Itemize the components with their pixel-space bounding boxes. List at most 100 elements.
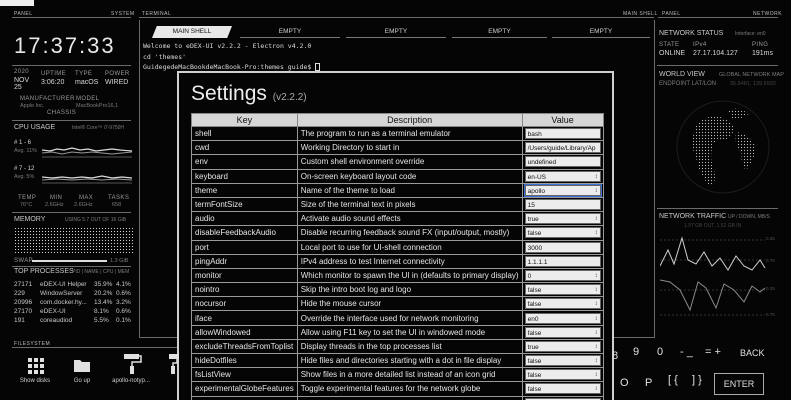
network-traffic-label: NETWORK TRAFFIC bbox=[659, 213, 727, 220]
key-equals[interactable]: = + bbox=[705, 346, 721, 358]
header-description: Description bbox=[296, 113, 523, 127]
setting-value: false bbox=[527, 287, 542, 295]
setting-value: apollo bbox=[527, 187, 545, 195]
setting-description: Toggle experimental features for the net… bbox=[296, 381, 523, 397]
terminal-output[interactable]: Welcome to eDEX-UI v2.2.2 - Electron v4.… bbox=[143, 41, 321, 73]
setting-select-nointro[interactable]: false bbox=[524, 284, 601, 296]
setting-input-cwd[interactable]: /Users/guide/Library/Ap bbox=[524, 142, 601, 154]
setting-key: nocursor bbox=[191, 296, 298, 312]
memory-label: MEMORY bbox=[14, 216, 46, 223]
setting-key: iface bbox=[191, 310, 298, 326]
setting-input-port[interactable]: 3000 bbox=[524, 241, 601, 253]
cpu-max-value: 2.6GHz bbox=[74, 202, 93, 208]
settings-row-nocursor: nocursor Hide the mouse cursor false bbox=[191, 296, 604, 312]
settings-row-cwd: cwd Working Directory to start in/Users/g… bbox=[191, 140, 604, 156]
cpu-cores-1: # 1 - 6 bbox=[14, 140, 32, 146]
setting-key: audio bbox=[191, 211, 298, 227]
manufacturer-value: Apple Inc. bbox=[20, 103, 45, 109]
setting-value: false bbox=[527, 386, 542, 394]
setting-key: termFontSize bbox=[191, 196, 298, 213]
setting-description: Name of the theme to load bbox=[296, 182, 523, 198]
setting-select-theme[interactable]: apollo bbox=[523, 184, 602, 197]
settings-row-nointro: nointro Skip the intro boot log and logo f… bbox=[191, 282, 604, 298]
network-map-label: GLOBAL NETWORK MAP bbox=[719, 72, 784, 78]
manufacturer-label: MANUFACTURER bbox=[20, 96, 75, 102]
date-year: 2020 bbox=[14, 69, 29, 75]
tab-empty-2[interactable]: EMPTY bbox=[346, 26, 446, 38]
setting-select-audio[interactable]: true bbox=[524, 213, 601, 225]
setting-key: port bbox=[191, 239, 298, 255]
setting-input-termFontSize[interactable]: 15 bbox=[524, 199, 601, 211]
date-day: 25 bbox=[14, 84, 22, 91]
date-block: 2020 NOV 25 bbox=[14, 69, 29, 92]
process-cpu: 35.9% bbox=[94, 281, 113, 288]
type-label: TYPE bbox=[75, 71, 93, 77]
setting-select-fsListView[interactable]: false bbox=[524, 369, 601, 381]
tab-empty-1[interactable]: EMPTY bbox=[240, 26, 340, 38]
divider bbox=[658, 17, 778, 18]
settings-row-iface: iface Override the interface used for net… bbox=[191, 310, 604, 326]
app-logo bbox=[0, 0, 34, 6]
setting-select-experimentalGlobeFeatures[interactable]: false bbox=[524, 383, 601, 395]
setting-select-disableFeedbackAudio[interactable]: false bbox=[524, 227, 601, 239]
divider bbox=[12, 266, 131, 267]
tab-main-shell[interactable]: MAIN SHELL bbox=[152, 26, 232, 38]
tab-empty-3[interactable]: EMPTY bbox=[452, 26, 547, 38]
setting-select-hideDotfiles[interactable]: false bbox=[524, 355, 601, 367]
setting-key: pingAddr bbox=[191, 253, 298, 269]
key-backspace[interactable]: BACK bbox=[740, 348, 765, 358]
setting-input-pingAddr[interactable]: 1.1.1.1 bbox=[524, 255, 601, 267]
setting-select-allowWindowed[interactable]: false bbox=[524, 326, 601, 338]
paint-roller-icon bbox=[124, 354, 142, 374]
setting-description: Skip the intro boot log and logo bbox=[296, 282, 523, 298]
key-o[interactable]: O bbox=[620, 377, 629, 389]
setting-input-env[interactable]: undefined bbox=[524, 156, 601, 168]
fs-item-apollo-notype[interactable]: apollo-notyp... bbox=[106, 378, 156, 384]
key-enter[interactable]: ENTER bbox=[714, 373, 764, 395]
key-0[interactable]: 0 bbox=[657, 346, 663, 358]
setting-select-excludeThreadsFromToplist[interactable]: true bbox=[524, 340, 601, 352]
process-mem: 4.1% bbox=[116, 281, 131, 288]
setting-value-cell: en-US bbox=[521, 168, 604, 184]
process-row[interactable]: 27170 eDEX-UI 8.1% 0.6% bbox=[14, 307, 134, 316]
setting-input-shell[interactable]: bash bbox=[524, 128, 601, 140]
divider bbox=[12, 212, 131, 213]
process-row[interactable]: 27171 eDEX-UI Helper 35.9% 4.1% bbox=[14, 280, 134, 289]
memory-usage: USING 5.7 OUT OF 16 GiB bbox=[65, 217, 127, 223]
fs-item-go-up[interactable]: Go up bbox=[57, 378, 107, 384]
key-8[interactable]: 8 bbox=[612, 350, 618, 362]
traffic-tick-up-1: 0.25 bbox=[766, 236, 775, 241]
fs-item-show-disks[interactable]: Show disks bbox=[10, 378, 60, 384]
settings-table: Key Description Value shell The program t… bbox=[191, 113, 604, 400]
setting-key: keyboard bbox=[191, 168, 298, 184]
settings-row-allowWindowed: allowWindowed Allow using F11 key to set … bbox=[191, 324, 604, 340]
process-row[interactable]: 229 WindowServer 20.2% 0.6% bbox=[14, 289, 134, 298]
process-row[interactable]: 20996 com.docker.hy... 13.4% 3.2% bbox=[14, 298, 134, 307]
setting-value: false bbox=[527, 372, 542, 380]
setting-value-cell: en0 bbox=[521, 310, 604, 326]
setting-value-cell: false bbox=[521, 324, 604, 340]
setting-key: disableFeedbackAudio bbox=[191, 225, 298, 241]
setting-key: env bbox=[191, 154, 298, 170]
divider bbox=[12, 65, 131, 66]
process-name: eDEX-UI bbox=[40, 308, 66, 315]
settings-row-termFontSize: termFontSize Size of the terminal text in… bbox=[191, 196, 604, 213]
key-bracket-right[interactable]: ] } bbox=[692, 374, 702, 386]
setting-description: IPv4 address to test Internet connectivi… bbox=[296, 253, 523, 269]
setting-value-cell: bash bbox=[521, 125, 604, 142]
setting-select-keyboard[interactable]: en-US bbox=[524, 170, 601, 182]
process-row[interactable]: 191 coreaudiod 5.5% 0.1% bbox=[14, 316, 134, 325]
setting-value: false bbox=[527, 301, 542, 309]
setting-select-monitor[interactable]: 0 bbox=[524, 269, 601, 281]
setting-select-nocursor[interactable]: false bbox=[524, 298, 601, 310]
cpu-avg-2: Avg. 5% bbox=[14, 174, 35, 180]
key-bracket-left[interactable]: [ { bbox=[668, 374, 678, 386]
key-minus[interactable]: - _ bbox=[680, 346, 693, 358]
key-9[interactable]: 9 bbox=[633, 346, 639, 358]
setting-value: 0 bbox=[527, 272, 532, 280]
setting-select-iface[interactable]: en0 bbox=[524, 312, 601, 324]
setting-key: hideDotfiles bbox=[191, 352, 298, 369]
cpu-graph-1 bbox=[42, 147, 132, 158]
key-p[interactable]: P bbox=[645, 377, 652, 389]
tab-empty-4[interactable]: EMPTY bbox=[552, 26, 650, 38]
